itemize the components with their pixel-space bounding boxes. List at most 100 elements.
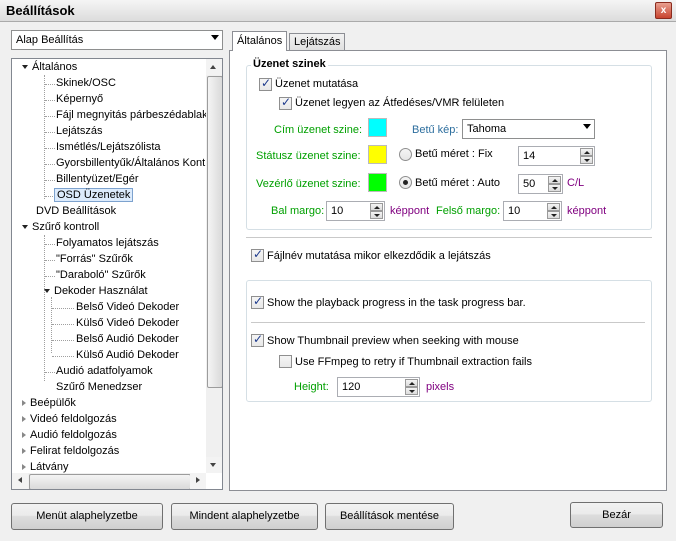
tree-item-video-processing[interactable]: Videó feldolgozás <box>22 413 117 425</box>
tree-item-external-video-decoder[interactable]: Külső Videó Dekoder <box>76 317 179 329</box>
spin-down-icon[interactable] <box>370 211 383 219</box>
left-margin-spinner[interactable]: 10 <box>326 201 385 221</box>
collapse-icon <box>22 448 26 455</box>
title-color-label: Cím üzenet szine: <box>274 124 363 136</box>
thumbnail-height-label: Height: <box>294 381 329 393</box>
chevron-down-icon <box>583 124 591 129</box>
arrow-up-icon <box>210 65 216 69</box>
top-margin-spinner[interactable]: 10 <box>503 201 562 221</box>
left-margin-unit: képpont <box>390 205 430 217</box>
tree-item-decoder-usage[interactable]: Dekoder Használat <box>44 285 148 297</box>
scroll-left-button[interactable] <box>12 473 28 489</box>
expand-icon <box>22 65 28 70</box>
settings-tree[interactable]: Általános Skinek/OSC Képernyő Fájl megny… <box>11 58 223 490</box>
tree-item-skins[interactable]: Skinek/OSC <box>56 77 116 89</box>
scroll-thumb[interactable] <box>207 76 222 388</box>
save-settings-button[interactable]: Beállítások mentése <box>325 503 454 530</box>
font-dropdown[interactable]: Tahoma <box>462 119 595 139</box>
reset-all-button[interactable]: Mindent alaphelyzetbe <box>171 503 318 530</box>
tree-horizontal-scrollbar[interactable] <box>12 473 206 489</box>
tree-item-file-open-dialog[interactable]: Fájl megnyitás párbeszédablak <box>56 109 208 121</box>
arrow-left-icon <box>18 477 22 483</box>
scroll-right-button[interactable] <box>190 473 206 489</box>
tree-item-plugins[interactable]: Beépülők <box>22 397 76 409</box>
tree-item-osd-messages[interactable]: OSD Üzenetek <box>54 188 134 202</box>
font-size-auto-unit: C/L <box>567 177 585 189</box>
tab-playback[interactable]: Lejátszás <box>289 33 346 50</box>
tree-item-filter-manager[interactable]: Szűrő Menedzser <box>56 381 142 393</box>
font-size-auto-spinner[interactable]: 50 <box>518 174 563 194</box>
tree-item-audio-processing[interactable]: Audió feldolgozás <box>22 429 117 441</box>
status-color-swatch[interactable] <box>368 145 387 164</box>
tree-item-splitter-filters[interactable]: "Daraboló" Szűrők <box>56 269 146 281</box>
tree-item-general[interactable]: Általános <box>22 61 77 73</box>
tree-item-subtitle-processing[interactable]: Felirat feldolgozás <box>22 445 119 457</box>
tree-item-external-audio-decoder[interactable]: Külső Audió Dekoder <box>76 349 179 361</box>
scroll-thumb-horizontal[interactable] <box>29 474 191 489</box>
divider <box>246 237 652 238</box>
chevron-down-icon <box>211 35 219 40</box>
font-size-fixed-spinner[interactable]: 14 <box>518 146 595 166</box>
scroll-down-button[interactable] <box>206 457 222 473</box>
spin-up-icon[interactable] <box>370 203 383 211</box>
tree-item-playback[interactable]: Lejátszás <box>56 125 102 137</box>
thumbnail-height-spinner[interactable]: 120 <box>337 377 420 397</box>
reset-menu-button[interactable]: Menüt alaphelyzetbe <box>11 503 163 530</box>
preset-selected: Alap Beállítás <box>16 34 84 46</box>
close-window-button[interactable]: x <box>655 2 672 19</box>
show-messages-label: Üzenet mutatása <box>275 78 359 90</box>
font-size-auto-radio[interactable] <box>399 176 412 189</box>
taskbar-progress-label: Show the playback progress in the task p… <box>267 297 526 309</box>
scroll-up-button[interactable] <box>206 59 222 75</box>
control-color-swatch[interactable] <box>368 173 387 192</box>
collapse-icon <box>22 464 26 471</box>
thumbnail-preview-checkbox[interactable]: ✓ <box>251 332 264 347</box>
spin-down-icon[interactable] <box>548 184 561 192</box>
tab-general[interactable]: Általános <box>232 31 288 51</box>
spin-down-icon[interactable] <box>547 211 560 219</box>
tree-item-filter-control[interactable]: Szűrő kontroll <box>22 221 99 233</box>
tree-item-screen[interactable]: Képernyő <box>56 93 103 105</box>
tree-item-hotkeys[interactable]: Gyorsbillentyűk/Általános Kontr <box>56 157 209 169</box>
spin-up-icon[interactable] <box>580 148 593 156</box>
font-selected: Tahoma <box>467 123 507 135</box>
spin-up-icon[interactable] <box>547 203 560 211</box>
tree-item-internal-audio-decoder[interactable]: Belső Audió Dekoder <box>76 333 179 345</box>
spin-up-icon[interactable] <box>548 176 561 184</box>
radio-selected-icon <box>403 180 408 185</box>
title-color-swatch[interactable] <box>368 118 387 137</box>
taskbar-progress-checkbox[interactable]: ✓ <box>251 294 264 309</box>
collapse-icon <box>22 400 26 407</box>
arrow-right-icon <box>196 477 200 483</box>
overlay-vmr-checkbox[interactable]: ✓ <box>279 95 292 110</box>
tree-item-internal-video-decoder[interactable]: Belső Videó Dekoder <box>76 301 179 313</box>
tree-item-dvd-settings[interactable]: DVD Beállítások <box>36 205 116 217</box>
arrow-down-icon <box>210 463 216 467</box>
thumbnail-height-value: 120 <box>342 381 361 393</box>
font-label: Betű kép: <box>412 124 459 136</box>
ffmpeg-retry-checkbox[interactable] <box>279 355 292 368</box>
expand-icon <box>22 225 28 230</box>
checkmark-icon: ✓ <box>253 332 264 346</box>
collapse-icon <box>22 432 26 439</box>
tree-vertical-scrollbar[interactable] <box>206 59 222 473</box>
tree-item-keyboard-mouse[interactable]: Billentyüzet/Egér <box>56 173 139 185</box>
font-size-fixed-radio[interactable] <box>399 148 412 161</box>
spin-down-icon[interactable] <box>405 387 418 395</box>
filename-on-start-checkbox[interactable]: ✓ <box>251 247 264 262</box>
spin-down-icon[interactable] <box>580 156 593 164</box>
ffmpeg-retry-label: Use FFmpeg to retry if Thumbnail extract… <box>295 356 532 368</box>
font-size-fixed-value: 14 <box>523 150 536 162</box>
tree-item-repeat-playlist[interactable]: Ismétlés/Lejátszólista <box>56 141 161 153</box>
tree-item-continuous-playback[interactable]: Folyamatos lejátszás <box>56 237 159 249</box>
checkmark-icon: ✓ <box>261 76 272 90</box>
window-title: Beállítások <box>6 3 75 18</box>
tree-item-audio-streams[interactable]: Audió adatfolyamok <box>56 365 153 377</box>
preset-dropdown[interactable]: Alap Beállítás <box>11 30 223 50</box>
spin-up-icon[interactable] <box>405 379 418 387</box>
tree-item-source-filters[interactable]: "Forrás" Szűrők <box>56 253 133 265</box>
overlay-vmr-label: Üzenet legyen az Átfedéses/VMR felületen <box>295 97 505 109</box>
show-messages-checkbox[interactable]: ✓ <box>259 76 272 91</box>
tree-item-visual[interactable]: Látvány <box>22 461 69 473</box>
close-button[interactable]: Bezár <box>570 502 663 528</box>
